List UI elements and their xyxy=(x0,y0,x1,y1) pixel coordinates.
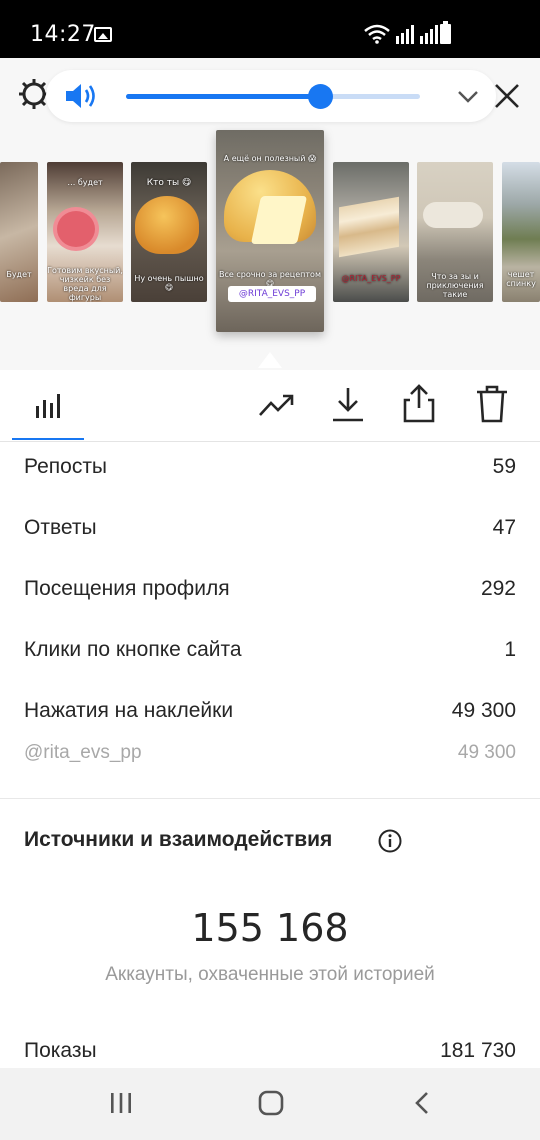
stat-row-sticker-taps: Нажатия на наклейки 49 300 xyxy=(24,699,516,723)
story-image-cake xyxy=(339,196,399,258)
volume-slider-thumb[interactable] xyxy=(308,84,334,109)
stat-row-impressions: Показы 181 730 xyxy=(24,1039,516,1063)
info-icon[interactable] xyxy=(378,829,402,853)
signal-icon xyxy=(396,25,414,44)
recent-apps-icon[interactable] xyxy=(108,1090,134,1116)
stat-label: Репосты xyxy=(24,455,108,478)
signal-icon xyxy=(420,25,438,44)
story-thumbnail-selected[interactable]: А ещё он полезный 😱 Все срочно за рецепт… xyxy=(216,130,324,332)
trash-icon[interactable] xyxy=(475,384,509,424)
stat-value: 1 xyxy=(504,638,516,661)
story-caption: Что за зы и приключения такие xyxy=(426,272,484,299)
story-caption: чешет спинку xyxy=(506,270,536,288)
sticker-value: 49 300 xyxy=(457,742,516,763)
stat-row-website-clicks: Клики по кнопке сайта 1 xyxy=(24,638,516,662)
stat-value: 59 xyxy=(492,455,516,478)
bar-chart-icon[interactable] xyxy=(33,390,63,420)
battery-icon xyxy=(440,21,451,44)
story-image-dog xyxy=(423,202,483,228)
active-tab-indicator xyxy=(12,438,84,440)
close-icon[interactable] xyxy=(493,82,521,110)
status-time: 14:27 xyxy=(30,22,96,47)
reach-count: 155 168 xyxy=(191,906,349,950)
story-caption: Будет xyxy=(6,270,32,279)
story-thumbnail[interactable]: @RITA_EVS_PP xyxy=(333,162,409,302)
stat-label: Ответы xyxy=(24,516,97,539)
back-icon[interactable] xyxy=(410,1090,436,1116)
story-thumbnail[interactable]: чешет спинку xyxy=(502,162,540,302)
stat-value: 47 xyxy=(492,516,516,539)
story-image-pan xyxy=(53,207,99,251)
trending-up-icon[interactable] xyxy=(258,390,296,420)
stat-label: Клики по кнопке сайта xyxy=(24,638,242,661)
section-title: Источники и взаимодействия xyxy=(24,828,333,851)
divider xyxy=(0,798,540,799)
chevron-down-icon[interactable] xyxy=(456,86,480,106)
story-thumbnail[interactable]: Что за зы и приключения такие xyxy=(417,162,493,302)
story-caption: Готовим вкусный, чизкейк без вреда для ф… xyxy=(47,266,123,302)
stat-row-sticker-mention: @rita_evs_pp 49 300 xyxy=(24,742,516,764)
story-thumbnail[interactable]: … будет Готовим вкусный, чизкейк без вре… xyxy=(47,162,123,302)
story-caption: … будет xyxy=(67,178,103,187)
story-thumbnail[interactable]: Будет xyxy=(0,162,38,302)
selected-pointer xyxy=(258,352,282,368)
stat-label: Показы xyxy=(24,1039,97,1062)
system-nav-bar xyxy=(0,1068,540,1140)
sticker-label: @rita_evs_pp xyxy=(24,742,142,763)
story-caption: А ещё он полезный 😱 xyxy=(223,154,317,163)
stat-row-profile-visits: Посещения профиля 292 xyxy=(24,577,516,601)
stat-value: 49 300 xyxy=(451,699,516,722)
story-caption: Ну очень пышно 😋 xyxy=(134,274,204,292)
stat-row-replies: Ответы 47 xyxy=(24,516,516,540)
wifi-icon xyxy=(364,24,390,44)
status-bar: 14:27 xyxy=(0,0,540,58)
story-caption: Кто ты 😋 xyxy=(146,178,192,188)
reach-caption: Аккаунты, охваченные этой историей xyxy=(105,964,435,985)
speaker-icon[interactable] xyxy=(64,82,98,110)
share-icon[interactable] xyxy=(402,384,436,424)
stat-value: 292 xyxy=(480,577,516,600)
story-image-bread xyxy=(135,196,199,254)
stat-value: 181 730 xyxy=(440,1039,516,1062)
stat-row-reposts: Репосты 59 xyxy=(24,455,516,479)
stat-label: Посещения профиля xyxy=(24,577,230,600)
gallery-icon xyxy=(94,27,112,42)
volume-slider[interactable] xyxy=(126,84,420,109)
insights-toolbar xyxy=(0,370,540,442)
stat-label: Нажатия на наклейки xyxy=(24,699,234,722)
story-caption: @RITA_EVS_PP xyxy=(341,274,401,283)
download-icon[interactable] xyxy=(331,386,365,424)
home-icon[interactable] xyxy=(257,1090,285,1116)
story-mention-sticker: @RITA_EVS_PP xyxy=(228,286,316,302)
volume-slider-fill xyxy=(126,94,321,99)
story-thumbnail[interactable]: Кто ты 😋 Ну очень пышно 😋 xyxy=(131,162,207,302)
